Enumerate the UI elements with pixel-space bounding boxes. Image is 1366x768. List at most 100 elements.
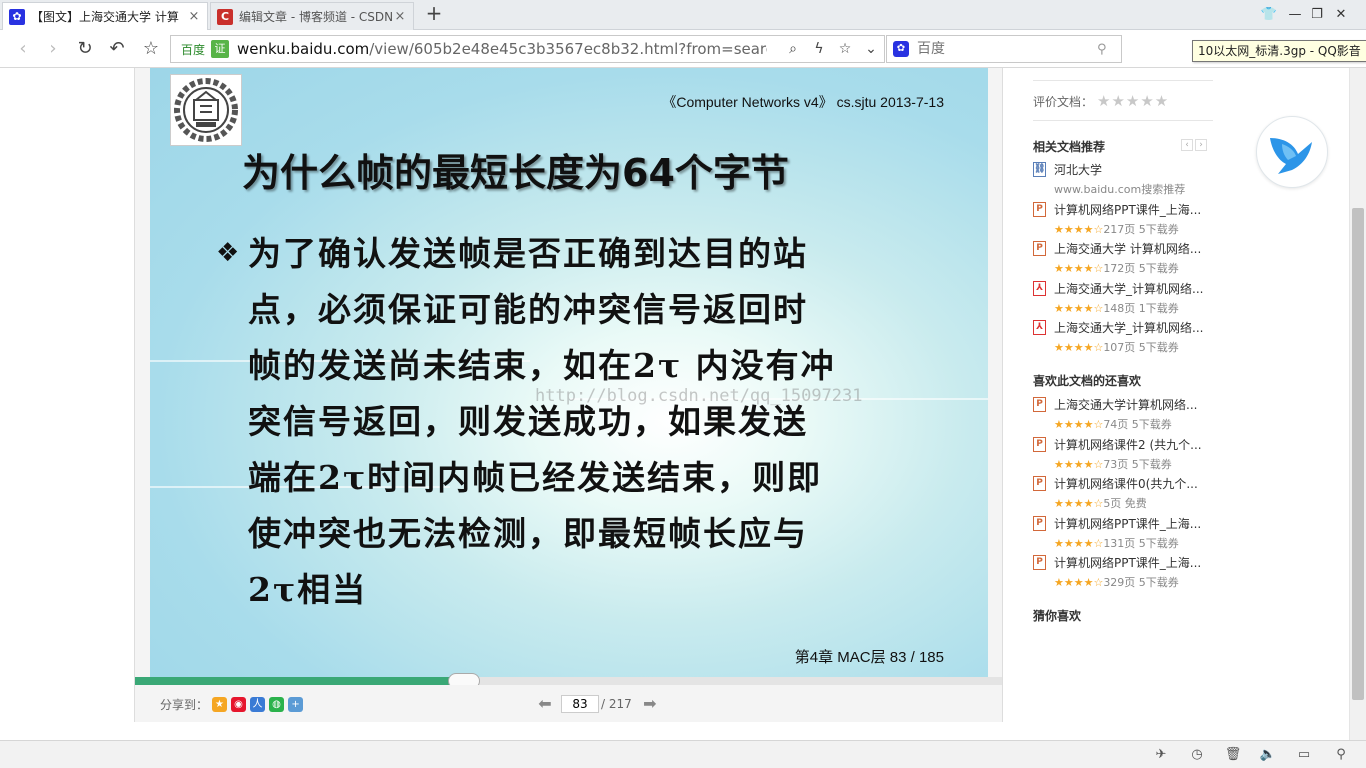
renren-icon[interactable]: 人 [250, 697, 266, 712]
slide-body-line: 点，必须保证可能的冲突信号返回时 [248, 290, 808, 329]
slide-body-line: 端在2τ时间内帧已经发送结束，则即 [248, 458, 823, 497]
baidu-paw-icon: ✿ [9, 8, 25, 25]
minimize-icon[interactable]: — [1286, 6, 1304, 24]
doc-title-link[interactable]: 计算机网络课件2 (共九个... [1054, 436, 1212, 453]
bookmark-star-icon[interactable]: ☆ [832, 41, 858, 57]
lightning-icon[interactable]: ϟ [806, 41, 832, 57]
baidu-badge: 百度 [181, 42, 206, 57]
address-bar[interactable]: 百度 证 wenku.baidu.com/view/605b2e48e45c3b… [170, 35, 885, 63]
chevron-down-icon[interactable]: ⌄ [858, 41, 884, 57]
close-tab-icon[interactable]: × [187, 9, 201, 24]
reading-progress-bar[interactable] [135, 673, 1002, 689]
favorite-star-icon[interactable]: ☆ [140, 38, 162, 60]
doc-title-link[interactable]: 计算机网络PPT课件_上海... [1054, 201, 1212, 218]
doc-meta: ★★★★☆217页 5下载券 [1054, 221, 1179, 237]
wechat-icon[interactable]: ◍ [269, 697, 285, 712]
doc-meta-text: 329页 5下载券 [1103, 576, 1179, 589]
divider [1033, 120, 1213, 121]
doc-title-link[interactable]: 计算机网络课件0(共九个... [1054, 475, 1212, 492]
page-number-input[interactable] [561, 694, 599, 713]
document-viewer: 《Computer Networks v4》 cs.sjtu 2013-7-13… [134, 68, 1003, 722]
tab-bar: ✿ 【图文】上海交通大学 计算 × C 编辑文章 - 博客频道 - CSDN ×… [0, 0, 1366, 30]
slide-header: 《Computer Networks v4》 cs.sjtu 2013-7-13 [662, 94, 944, 110]
doc-title-link[interactable]: 计算机网络PPT课件_上海... [1054, 554, 1212, 571]
tab-baidu-wenku[interactable]: ✿ 【图文】上海交通大学 计算 × [2, 2, 208, 30]
doc-title-link[interactable]: 河北大学 [1054, 161, 1212, 178]
back-icon[interactable]: ‹ [12, 38, 34, 60]
doc-meta-text: 73页 5下载券 [1103, 457, 1172, 471]
ppt-file-icon: P [1033, 476, 1046, 491]
doc-rating-stars: ★★★★☆ [1054, 341, 1104, 354]
chevron-right-icon[interactable]: › [1195, 139, 1207, 151]
doc-meta: ★★★★☆73页 5下载券 [1054, 456, 1172, 472]
doc-meta: ★★★★☆329页 5下载券 [1054, 574, 1179, 590]
doc-title-link[interactable]: 计算机网络PPT课件_上海... [1054, 515, 1212, 532]
doc-meta-text: 131页 5下载券 [1103, 536, 1179, 550]
page-scrollbar[interactable] [1349, 68, 1366, 740]
doc-meta-text: 172页 5下载券 [1103, 262, 1179, 275]
prev-page-arrow-icon[interactable]: ⬅ [535, 694, 555, 713]
forward-icon[interactable]: › [42, 38, 64, 60]
restore-icon[interactable]: ❐ [1308, 6, 1326, 24]
doc-title-link[interactable]: 上海交通大学计算机网络... [1054, 396, 1212, 413]
doc-rating-stars: ★★★★☆ [1054, 222, 1104, 236]
pin-icon[interactable]: ✈ [1152, 747, 1170, 763]
share-label: 分享到： [160, 698, 209, 712]
doc-meta-text: 74页 5下载券 [1103, 418, 1172, 431]
search-box[interactable]: ✿ ⚲ [886, 35, 1122, 63]
doc-title-link[interactable]: 上海交通大学_计算机网络... [1054, 280, 1212, 297]
chevron-left-icon[interactable]: ‹ [1181, 139, 1193, 151]
doc-rating-stars: ★★★★☆ [1054, 418, 1104, 431]
watermark-text: http://blog.csdn.net/qq_15097231 [535, 386, 863, 406]
url-text[interactable]: wenku.baidu.com/view/605b2e48e45c3b3567e… [237, 40, 767, 58]
close-window-icon[interactable]: ✕ [1332, 6, 1350, 24]
accelerate-icon[interactable]: ◷ [1188, 747, 1206, 763]
qzone-star-icon[interactable]: ★ [212, 697, 228, 712]
doc-meta: ★★★★☆74页 5下载券 [1054, 416, 1172, 432]
progress-fill [135, 677, 451, 685]
window-icon[interactable]: ▭ [1295, 747, 1313, 763]
volume-icon[interactable]: 🔈 [1259, 747, 1277, 763]
slide-body: 为了确认发送帧是否正确到达目的站 点，必须保证可能的冲突信号返回时 帧的发送尚未… [248, 226, 948, 618]
share-more-plus-icon[interactable]: + [288, 697, 304, 712]
undo-close-icon[interactable]: ↶ [106, 38, 128, 60]
navigation-bar: ‹ › ↻ ↶ ☆ 百度 证 wenku.baidu.com/view/605b… [0, 30, 1366, 87]
slide-title: 为什么帧的最短长度为64个字节 [242, 151, 789, 195]
doc-meta-text: 5页 免费 [1103, 497, 1147, 510]
zoom-icon[interactable]: ⚲ [1332, 747, 1350, 763]
csdn-icon: C [217, 8, 233, 25]
rate-label: 评价文档： [1033, 94, 1094, 109]
doc-title-link[interactable]: 上海交通大学 计算机网络... [1054, 240, 1212, 257]
ppt-file-icon: P [1033, 397, 1046, 412]
bird-logo-icon[interactable] [1256, 116, 1328, 188]
guess-you-like-title: 猜你喜欢 [1033, 609, 1082, 623]
slide-footer: 第4章 MAC层 83 / 185 [794, 649, 944, 666]
new-tab-button[interactable]: + [424, 3, 444, 24]
refresh-icon[interactable]: ↻ [74, 38, 96, 60]
liked-docs-title: 喜欢此文档的还喜欢 [1033, 374, 1142, 388]
search-icon[interactable]: ⚲ [1097, 42, 1107, 57]
rating-stars[interactable]: ★★★★★ [1097, 92, 1169, 110]
slide-body-line: 2τ相当 [248, 570, 368, 609]
related-pager: ‹ › [1179, 139, 1207, 151]
certificate-icon[interactable]: 证 [211, 40, 230, 58]
weibo-icon[interactable]: ◉ [231, 697, 247, 712]
ppt-file-icon: P [1033, 515, 1046, 531]
zoom-search-icon[interactable]: ⌕ [780, 41, 806, 57]
shirt-skin-icon[interactable]: 👕 [1260, 6, 1278, 24]
scrollbar-thumb[interactable] [1352, 208, 1364, 700]
close-tab-icon[interactable]: × [393, 9, 407, 24]
trash-icon[interactable]: 🗑 [1224, 747, 1242, 763]
document-footer: 分享到： ★ ◉ 人 ◍ + ⬅ / 217 ➡ [135, 685, 1002, 722]
doc-rating-stars: ★★★★☆ [1054, 457, 1104, 471]
doc-meta-text: 148页 1下载券 [1103, 301, 1179, 315]
next-page-arrow-icon[interactable]: ➡ [640, 694, 660, 713]
tooltip: 10以太网_标清.3gp - QQ影音 [1192, 40, 1366, 62]
search-input[interactable] [917, 41, 1097, 57]
tab-csdn[interactable]: C 编辑文章 - 博客频道 - CSDN × [210, 2, 414, 30]
doc-title-link[interactable]: 上海交通大学_计算机网络... [1054, 319, 1212, 336]
slide-page: 《Computer Networks v4》 cs.sjtu 2013-7-13… [150, 68, 988, 677]
tab-title: 编辑文章 - 博客频道 - CSDN [239, 10, 393, 24]
rating-row: 评价文档： ★★★★★ [1033, 92, 1169, 110]
doc-meta-text: 107页 5下载券 [1103, 341, 1179, 354]
